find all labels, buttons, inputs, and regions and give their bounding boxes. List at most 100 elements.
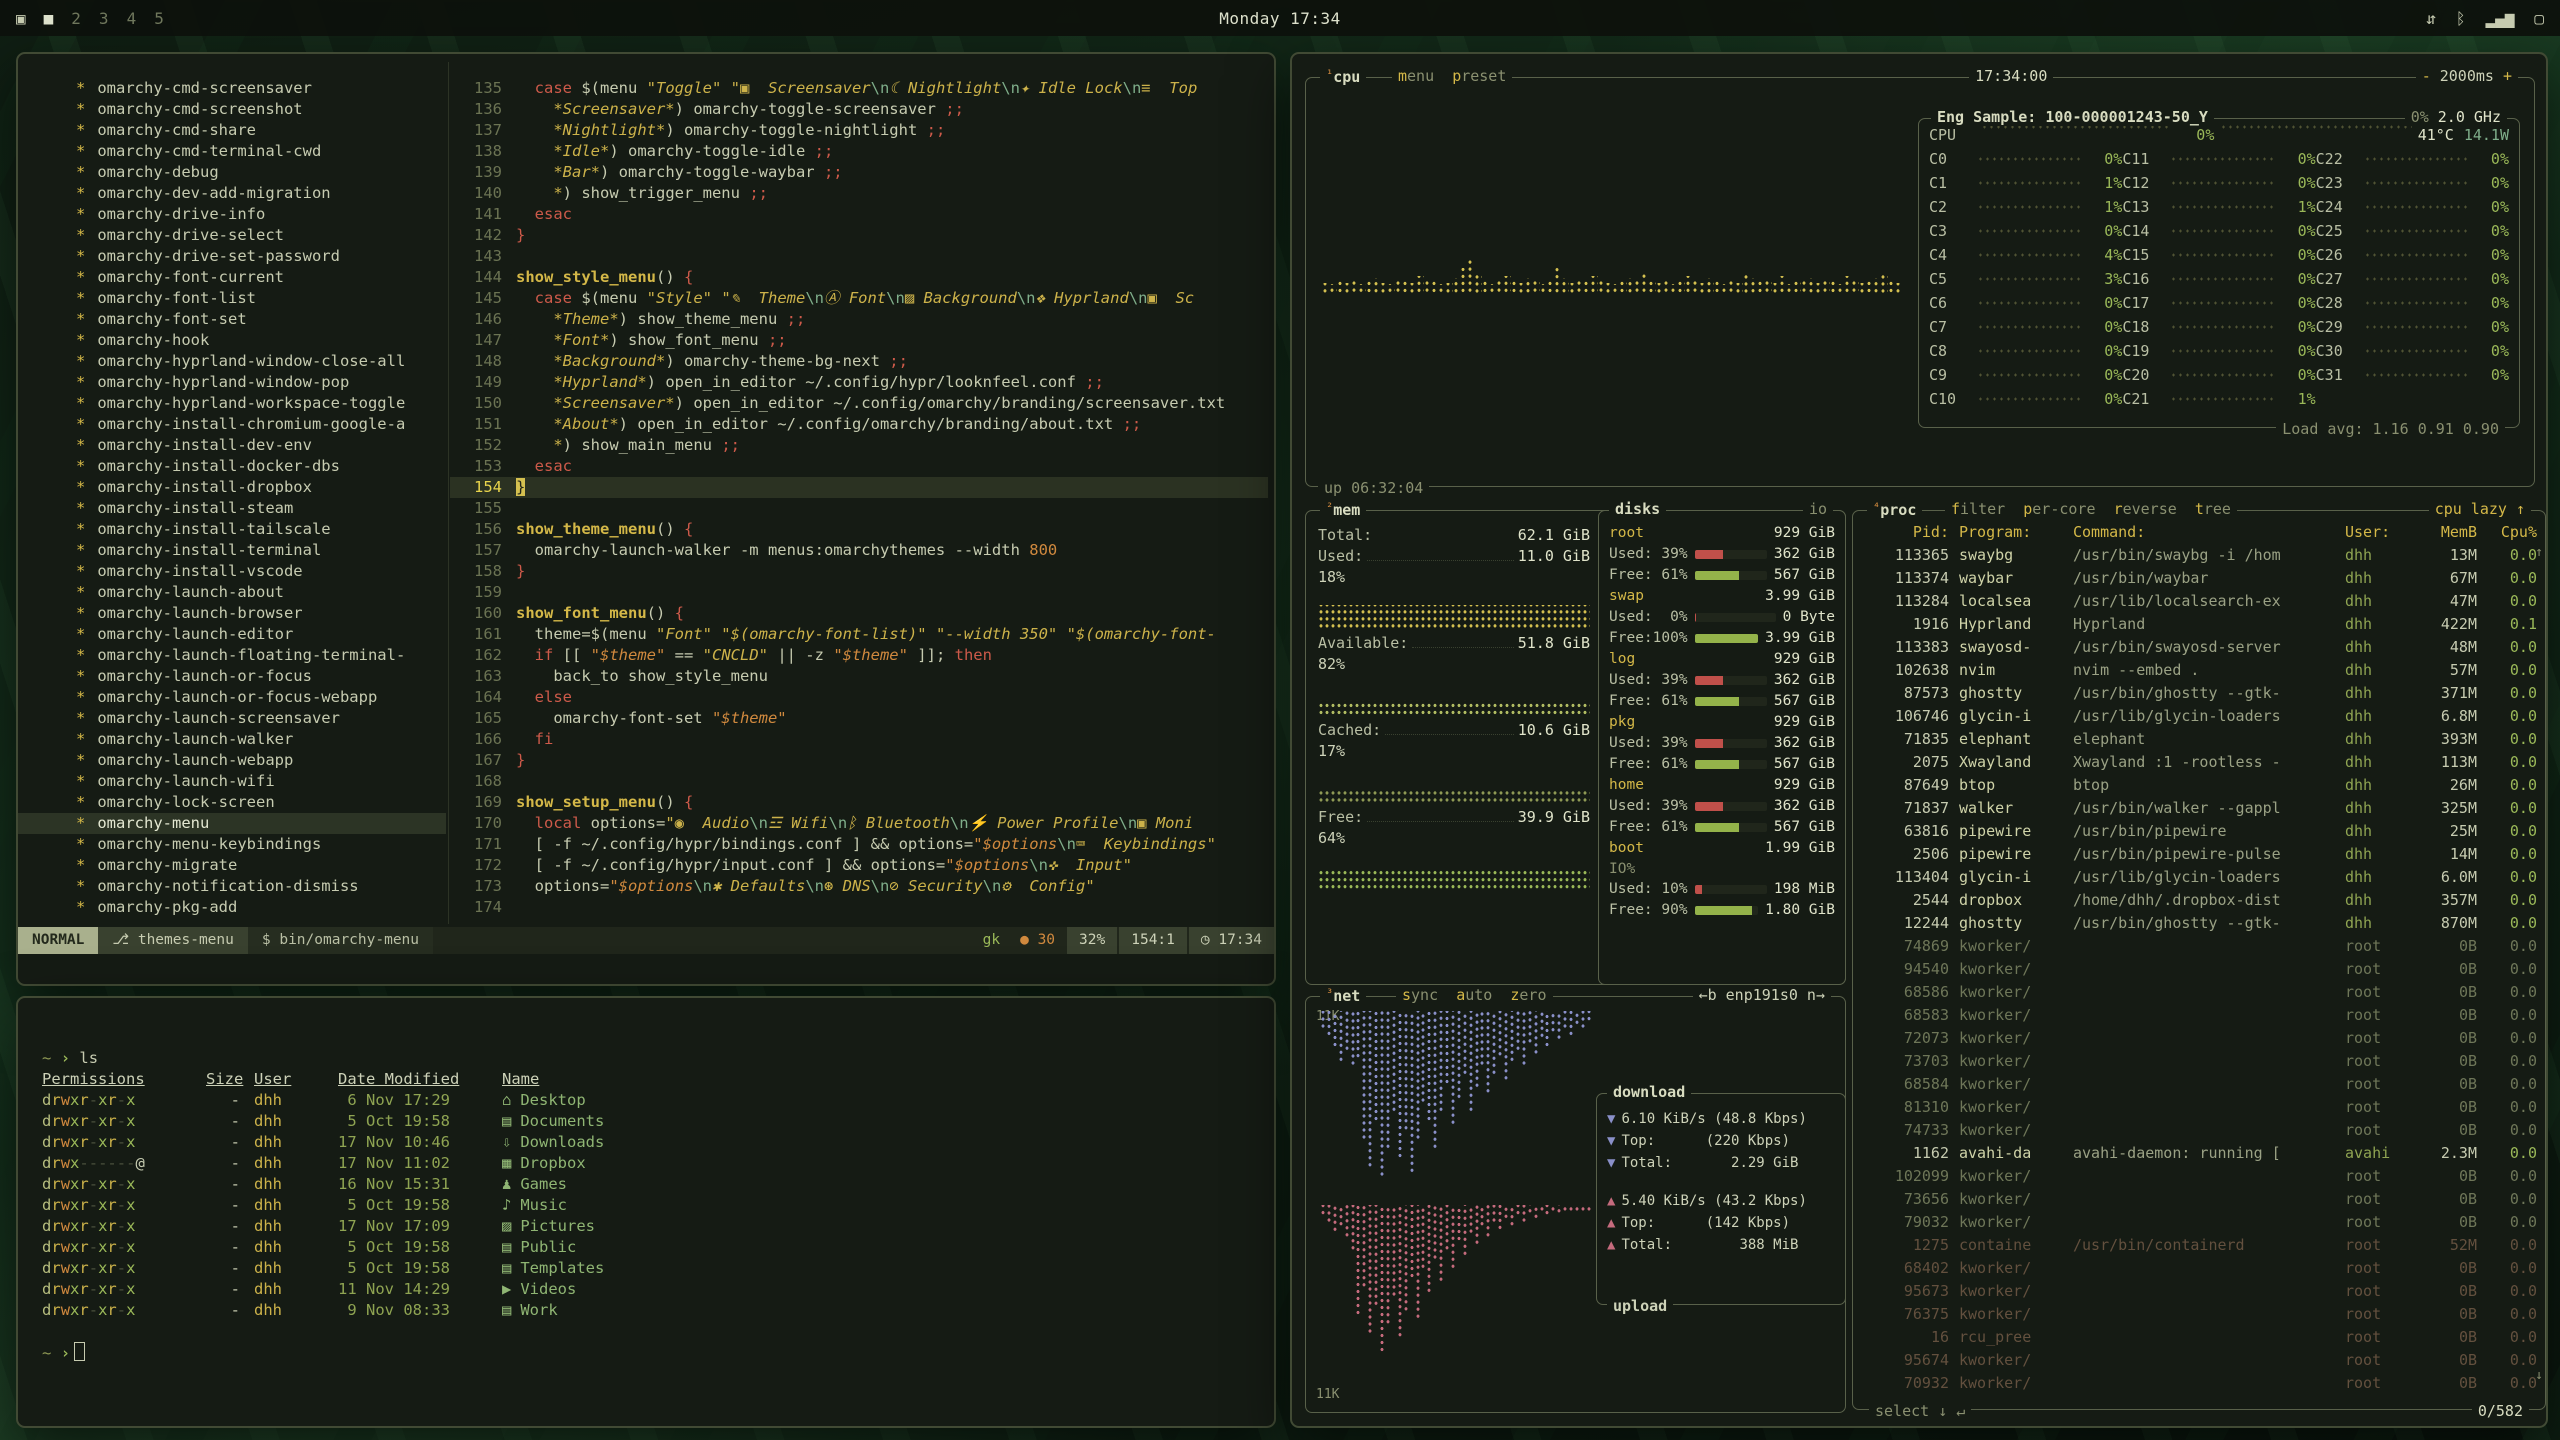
process-row[interactable]: 73703kworker/root0B0.0	[1865, 1050, 2537, 1073]
column-header[interactable]: Command:	[2073, 521, 2335, 544]
process-row[interactable]: 74869kworker/root0B0.0	[1865, 935, 2537, 958]
scroll-up-icon[interactable]: ↑	[2535, 545, 2543, 560]
process-header-row[interactable]: Pid: Program: Command: User: MemB Cpu%	[1865, 521, 2537, 544]
process-row[interactable]: 63816pipewire/usr/bin/pipewiredhh25M0.0	[1865, 820, 2537, 843]
file-tree-item[interactable]: *omarchy-install-dropbox	[76, 477, 446, 498]
process-row[interactable]: 2544dropbox/home/dhh/.dropbox-distdhh357…	[1865, 889, 2537, 912]
workspace-1[interactable]: ■	[44, 9, 54, 28]
column-header[interactable]: Pid:	[1865, 521, 1949, 544]
process-row[interactable]: 113284localsea/usr/lib/localsearch-exdhh…	[1865, 590, 2537, 613]
updates-icon[interactable]: ⇵	[2426, 9, 2436, 28]
process-row[interactable]: 72073kworker/root0B0.0	[1865, 1027, 2537, 1050]
process-row[interactable]: 1275containe/usr/bin/containerdroot52M0.…	[1865, 1234, 2537, 1257]
file-tree-item[interactable]: *omarchy-menu	[18, 813, 446, 834]
process-row[interactable]: 113374waybar/usr/bin/waybardhh67M0.0	[1865, 567, 2537, 590]
file-tree-item[interactable]: *omarchy-launch-wifi	[76, 771, 446, 792]
column-header[interactable]: Program:	[1959, 521, 2063, 544]
file-tree-item[interactable]: *omarchy-font-list	[76, 288, 446, 309]
process-row[interactable]: 71835elephantelephantdhh393M0.0	[1865, 728, 2537, 751]
workspace-5[interactable]: 5	[154, 9, 164, 28]
file-tree-item[interactable]: *omarchy-notification-dismiss	[76, 876, 446, 897]
process-row[interactable]: 74733kworker/root0B0.0	[1865, 1119, 2537, 1142]
file-tree-item[interactable]: *omarchy-cmd-screensaver	[76, 78, 446, 99]
net-buttons[interactable]: sync auto zero	[1396, 986, 1553, 1004]
process-row[interactable]: 68586kworker/root0B0.0	[1865, 981, 2537, 1004]
file-tree-item[interactable]: *omarchy-install-docker-dbs	[76, 456, 446, 477]
file-tree-item[interactable]: *omarchy-launch-floating-terminal-	[76, 645, 446, 666]
interval-minus-button[interactable]: -	[2422, 67, 2431, 85]
menu-button[interactable]: menu preset	[1392, 67, 1512, 85]
select-hint[interactable]: select ↓ ↵	[1869, 1402, 1971, 1420]
file-tree-item[interactable]: *omarchy-hyprland-window-pop	[76, 372, 446, 393]
process-row[interactable]: 95673kworker/root0B0.0	[1865, 1280, 2537, 1303]
column-header[interactable]: Cpu%	[2487, 521, 2537, 544]
net-interface-selector[interactable]: ←b enp191s0 n→	[1693, 986, 1831, 1004]
process-row[interactable]: 87573ghostty/usr/bin/ghostty --gtk-dhh37…	[1865, 682, 2537, 705]
process-row[interactable]: 87649btopbtopdhh26M0.0	[1865, 774, 2537, 797]
file-tree-item[interactable]: *omarchy-font-current	[76, 267, 446, 288]
file-tree-item[interactable]: *omarchy-launch-webapp	[76, 750, 446, 771]
file-tree-item[interactable]: *omarchy-cmd-screenshot	[76, 99, 446, 120]
process-row[interactable]: 16rcu_preeroot0B0.0	[1865, 1326, 2537, 1349]
folder-name[interactable]: ▨Pictures	[502, 1216, 1250, 1237]
process-row[interactable]: 106746glycin-i/usr/lib/glycin-loadersdhh…	[1865, 705, 2537, 728]
proc-sort-mode[interactable]: cpu lazy ↑	[2429, 500, 2531, 518]
process-row[interactable]: 102099kworker/root0B0.0	[1865, 1165, 2537, 1188]
file-tree-item[interactable]: *omarchy-install-tailscale	[76, 519, 446, 540]
process-row[interactable]: 73656kworker/root0B0.0	[1865, 1188, 2537, 1211]
process-row[interactable]: 81310kworker/root0B0.0	[1865, 1096, 2537, 1119]
file-tree-item[interactable]: *omarchy-launch-screensaver	[76, 708, 446, 729]
file-tree-item[interactable]: *omarchy-menu-keybindings	[76, 834, 446, 855]
process-row[interactable]: 102638nvimnvim --embed .dhh57M0.0	[1865, 659, 2537, 682]
folder-name[interactable]: ▤Documents	[502, 1111, 1250, 1132]
process-row[interactable]: 95674kworker/root0B0.0	[1865, 1349, 2537, 1372]
workspace-2[interactable]: 2	[71, 9, 81, 28]
process-row[interactable]: 113383swayosd-/usr/bin/swayosd-serverdhh…	[1865, 636, 2537, 659]
process-row[interactable]: 1916HyprlandHyprlanddhh422M0.1	[1865, 613, 2537, 636]
workspace-4[interactable]: 4	[127, 9, 137, 28]
file-tree-item[interactable]: *omarchy-pkg-add	[76, 897, 446, 918]
interval-plus-button[interactable]: +	[2503, 67, 2512, 85]
column-header[interactable]: User:	[2345, 521, 2409, 544]
folder-name[interactable]: ▶Videos	[502, 1279, 1250, 1300]
process-row[interactable]: 94540kworker/root0B0.0	[1865, 958, 2537, 981]
proc-buttons[interactable]: filter per-core reverse tree	[1945, 500, 2237, 518]
file-tree-item[interactable]: *omarchy-drive-info	[76, 204, 446, 225]
process-row[interactable]: 68584kworker/root0B0.0	[1865, 1073, 2537, 1096]
file-tree-item[interactable]: *omarchy-cmd-share	[76, 120, 446, 141]
scroll-down-icon[interactable]: ↓	[2535, 1368, 2543, 1383]
launcher-icon[interactable]: ▣	[16, 9, 26, 28]
folder-name[interactable]: ⇩Downloads	[502, 1132, 1250, 1153]
file-tree-item[interactable]: *omarchy-launch-or-focus	[76, 666, 446, 687]
folder-name[interactable]: ▤Templates	[502, 1258, 1250, 1279]
process-row[interactable]: 68402kworker/root0B0.0	[1865, 1257, 2537, 1280]
file-tree-item[interactable]: *omarchy-install-terminal	[76, 540, 446, 561]
process-row[interactable]: 2506pipewire/usr/bin/pipewire-pulsedhh14…	[1865, 843, 2537, 866]
folder-name[interactable]: ♟Games	[502, 1174, 1250, 1195]
file-tree-item[interactable]: *omarchy-dev-add-migration	[76, 183, 446, 204]
io-toggle-button[interactable]: io	[1803, 500, 1833, 518]
file-tree-item[interactable]: *omarchy-install-steam	[76, 498, 446, 519]
column-header[interactable]: MemB	[2419, 521, 2477, 544]
file-tree-item[interactable]: *omarchy-launch-or-focus-webapp	[76, 687, 446, 708]
folder-name[interactable]: ⌂Desktop	[502, 1090, 1250, 1111]
file-tree-item[interactable]: *omarchy-launch-about	[76, 582, 446, 603]
editor-window[interactable]: *omarchy-cmd-screensaver*omarchy-cmd-scr…	[16, 52, 1276, 986]
next-prompt[interactable]: ~ ›	[42, 1342, 1250, 1363]
folder-name[interactable]: ▤Public	[502, 1237, 1250, 1258]
file-tree-item[interactable]: *omarchy-hook	[76, 330, 446, 351]
file-tree-item[interactable]: *omarchy-install-dev-env	[76, 435, 446, 456]
process-row[interactable]: 68583kworker/root0B0.0	[1865, 1004, 2537, 1027]
folder-name[interactable]: ♪Music	[502, 1195, 1250, 1216]
process-row[interactable]: 12244ghostty/usr/bin/ghostty --gtk-dhh87…	[1865, 912, 2537, 935]
terminal-window[interactable]: ~ › ls PermissionsSizeUserDate ModifiedN…	[16, 996, 1276, 1428]
file-tree-item[interactable]: *omarchy-lock-screen	[76, 792, 446, 813]
folder-name[interactable]: ▤Work	[502, 1300, 1250, 1321]
file-tree-item[interactable]: *omarchy-drive-set-password	[76, 246, 446, 267]
bluetooth-icon[interactable]: ᛒ	[2456, 9, 2466, 28]
display-icon[interactable]: ▢	[2534, 9, 2544, 28]
folder-name[interactable]: ▦Dropbox	[502, 1153, 1250, 1174]
network-icon[interactable]: ▂▄▆	[2485, 9, 2514, 28]
file-tree-item[interactable]: *omarchy-install-chromium-google-a	[76, 414, 446, 435]
file-tree-item[interactable]: *omarchy-launch-walker	[76, 729, 446, 750]
